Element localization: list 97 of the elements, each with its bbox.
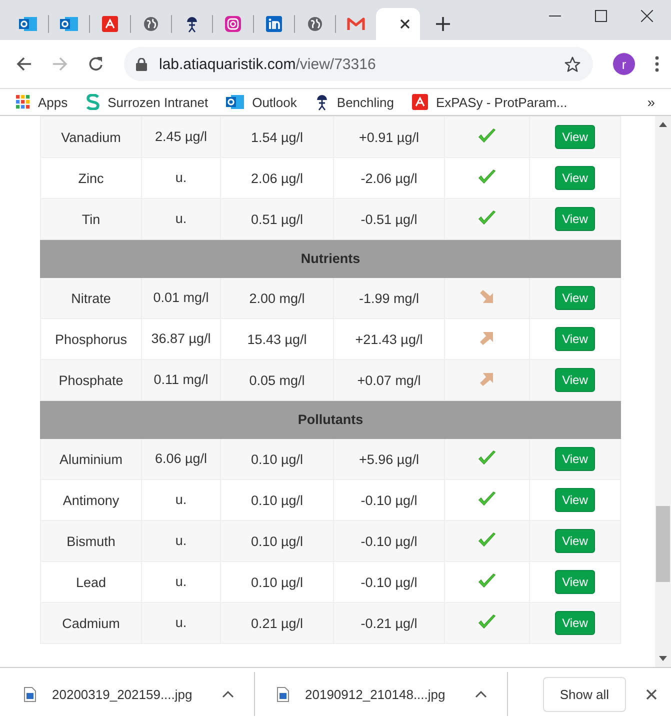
table-cell: u.: [142, 520, 220, 562]
mail-app-icon: [60, 16, 78, 32]
checkmark-icon: [478, 572, 496, 588]
group-header: Pollutants: [40, 400, 620, 438]
grid-icon: [16, 95, 30, 109]
checkmark-icon: [478, 532, 496, 548]
url-text: lab.atiaquaristik.com/view/73316: [159, 56, 377, 72]
browser-tab[interactable]: [376, 8, 420, 40]
scrollbar[interactable]: [655, 116, 671, 667]
scrollbar-thumb[interactable]: [656, 506, 670, 582]
table-cell: Phosphate: [40, 360, 142, 400]
table-cell: u.: [142, 198, 220, 240]
address-bar[interactable]: lab.atiaquaristik.com/view/73316: [124, 47, 593, 81]
table-cell: Cadmium: [40, 602, 142, 644]
download-item[interactable]: 20190912_210148....jpg: [277, 686, 487, 702]
table-cell: -0.10 µg/l: [334, 520, 444, 562]
envelope-icon: [347, 17, 365, 31]
s-logo-icon: [86, 94, 100, 110]
view-button[interactable]: View: [555, 125, 595, 149]
table-cell: 2.00 mg/l: [220, 278, 334, 318]
view-button[interactable]: View: [555, 286, 595, 310]
view-button[interactable]: View: [555, 327, 595, 351]
view-button[interactable]: View: [555, 447, 595, 471]
table-cell: Bismuth: [40, 520, 142, 562]
document-app-icon: [412, 94, 428, 110]
table-cell: -1.99 mg/l: [334, 278, 444, 318]
scroll-up-icon[interactable]: [659, 122, 667, 127]
view-button[interactable]: View: [555, 368, 595, 392]
bookmark-link[interactable]: Outlook: [226, 94, 297, 110]
table-cell: 1.54 µg/l: [220, 116, 334, 158]
view-button[interactable]: View: [555, 570, 595, 594]
reload-icon[interactable]: [88, 56, 104, 72]
table-cell: Tin: [40, 198, 142, 240]
table-cell: +5.96 µg/l: [334, 438, 444, 480]
table-cell: Nitrate: [40, 278, 142, 318]
scroll-down-icon[interactable]: [659, 656, 667, 661]
table-cell: u.: [142, 602, 220, 644]
table-cell: 0.10 µg/l: [220, 520, 334, 562]
table-cell: 0.21 µg/l: [220, 602, 334, 644]
lock-icon: [136, 58, 147, 70]
mail-app-icon: [226, 94, 244, 110]
table-cell: -0.51 µg/l: [334, 198, 444, 240]
table-cell: +0.07 mg/l: [334, 360, 444, 400]
table-cell: 6.06 µg/l: [142, 438, 220, 480]
document-app-icon: [102, 16, 118, 32]
new-tab-icon[interactable]: [436, 17, 450, 31]
image-file-icon: [277, 686, 289, 702]
caret-up-icon[interactable]: [475, 690, 487, 698]
table-cell: 0.10 µg/l: [220, 438, 334, 480]
checkmark-icon: [478, 490, 496, 506]
checkmark-icon: [478, 210, 496, 226]
view-button[interactable]: View: [555, 166, 595, 190]
view-button[interactable]: View: [555, 611, 595, 635]
close-icon[interactable]: [646, 688, 657, 700]
view-button[interactable]: View: [555, 488, 595, 512]
table-cell: Vanadium: [40, 116, 142, 158]
mail-app-icon: [19, 16, 37, 32]
checkmark-icon: [478, 614, 496, 630]
checkmark-icon: [478, 168, 496, 184]
back-icon[interactable]: [16, 56, 32, 72]
close-icon[interactable]: [641, 10, 653, 22]
menu-icon[interactable]: [655, 56, 659, 72]
bookmark-link[interactable]: Surrozen Intranet: [86, 94, 208, 110]
group-header: Nutrients: [40, 240, 620, 278]
more-bookmarks-button[interactable]: »: [647, 94, 655, 110]
figure-icon: [185, 15, 199, 33]
view-button[interactable]: View: [555, 207, 595, 231]
globe-icon: [307, 16, 323, 32]
arrow-down-right-icon: [480, 290, 494, 304]
image-file-icon: [24, 686, 36, 702]
view-button[interactable]: View: [555, 529, 595, 553]
table-cell: 2.45 µg/l: [142, 116, 220, 158]
table-cell: -0.21 µg/l: [334, 602, 444, 644]
table-cell: 0.01 mg/l: [142, 278, 220, 318]
table-cell: 0.11 mg/l: [142, 360, 220, 400]
bookmark-link[interactable]: Benchling: [314, 93, 394, 111]
maximize-icon[interactable]: [595, 10, 607, 22]
caret-up-icon[interactable]: [222, 690, 234, 698]
globe-icon: [143, 16, 159, 32]
download-item[interactable]: 20200319_202159....jpg: [24, 686, 234, 702]
bookmark-link[interactable]: ExPASy - ProtParam...: [412, 94, 568, 110]
arrow-up-right-icon: [480, 330, 494, 344]
star-icon[interactable]: [564, 56, 581, 72]
table-cell: 0.51 µg/l: [220, 198, 334, 240]
checkmark-icon: [478, 450, 496, 466]
profile-avatar[interactable]: r: [613, 53, 635, 75]
close-icon[interactable]: [400, 19, 410, 29]
camera-icon: [225, 16, 241, 32]
table-cell: 0.05 mg/l: [220, 360, 334, 400]
figure-icon: [314, 93, 329, 111]
show-all-button[interactable]: Show all: [542, 676, 626, 712]
table-cell: Aluminium: [40, 438, 142, 480]
arrow-up-right-icon: [480, 372, 494, 386]
checkmark-icon: [478, 128, 496, 144]
in-logo-icon: [266, 16, 282, 32]
table-cell: +0.91 µg/l: [334, 116, 444, 158]
bookmark-link[interactable]: Apps: [16, 94, 68, 110]
